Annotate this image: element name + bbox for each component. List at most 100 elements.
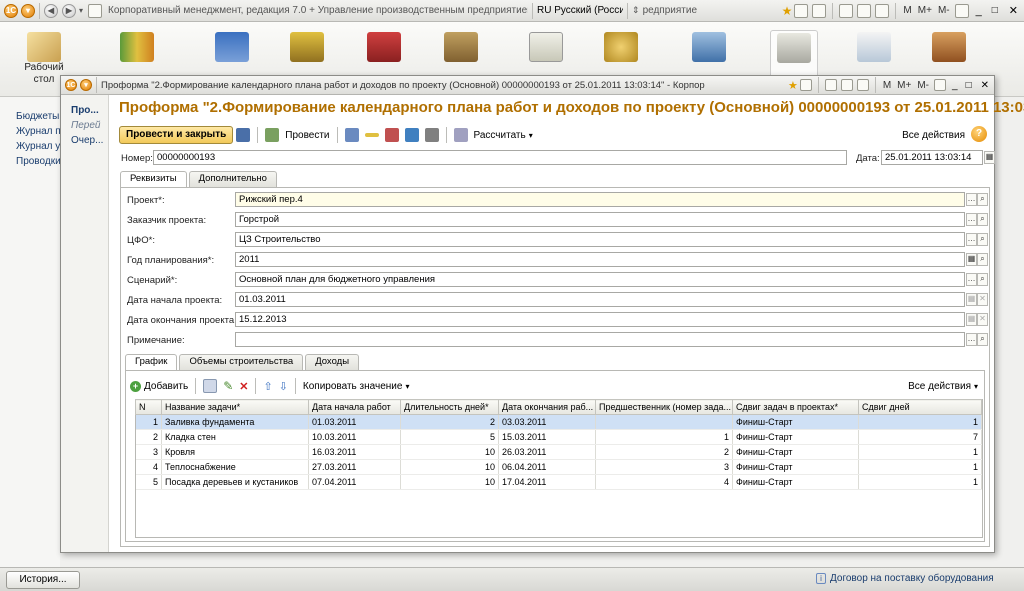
clipboard-icon[interactable]: [856, 79, 869, 91]
status-link[interactable]: Договор на поставку оборудования: [830, 573, 994, 584]
cell-end-date[interactable]: 03.03.2011: [498, 414, 596, 430]
history-button[interactable]: История...: [6, 571, 80, 589]
cell-duration[interactable]: 10: [400, 459, 499, 475]
table-row[interactable]: 1 Заливка фундамента 01.03.2011 2 03.03.…: [135, 414, 982, 430]
cell-start-date[interactable]: 16.03.2011: [308, 444, 401, 460]
cell-shift-type[interactable]: Финиш-Старт: [732, 414, 859, 430]
bookmark-icon[interactable]: [812, 3, 827, 18]
section-archive[interactable]: [925, 30, 973, 78]
calendar-icon[interactable]: ▦: [966, 253, 977, 266]
history-dropdown-icon[interactable]: ▾: [79, 6, 83, 15]
cell-start-date[interactable]: 10.03.2011: [308, 429, 401, 445]
tab-schedule[interactable]: График: [125, 354, 178, 371]
column-header[interactable]: Дата окончания раб...: [498, 399, 596, 415]
grid-all-actions-button[interactable]: Все действия: [908, 381, 971, 392]
calendar-icon[interactable]: [840, 79, 853, 91]
cell-predecessor[interactable]: [595, 414, 733, 430]
search-icon[interactable]: ⌕: [977, 273, 988, 286]
table-row[interactable]: 3 Кровля 16.03.2011 10 26.03.2011 2 Фини…: [135, 444, 982, 460]
post-button[interactable]: Провести: [285, 130, 329, 141]
search-icon[interactable]: ⌕: [977, 193, 988, 206]
cell-task-name[interactable]: Кладка стен: [161, 429, 309, 445]
window-nav-item[interactable]: Перей: [61, 118, 108, 133]
scenario-field[interactable]: Основной план для бюджетного управления: [235, 272, 965, 287]
close-icon[interactable]: ✕: [1009, 4, 1018, 17]
section-warehouse[interactable]: [283, 30, 331, 78]
cell-shift-type[interactable]: Финиш-Старт: [732, 429, 859, 445]
tab-construction-volumes[interactable]: Объемы строительства: [179, 354, 304, 370]
move-down-icon[interactable]: ⇩: [279, 380, 288, 393]
cell-duration[interactable]: 10: [400, 474, 499, 490]
nav-item[interactable]: Журнал пр: [0, 124, 60, 139]
cell-number[interactable]: 4: [135, 459, 162, 475]
calculate-button[interactable]: Рассчитать: [474, 130, 526, 141]
choose-icon[interactable]: …: [966, 233, 977, 246]
project-field[interactable]: Рижский пер.4: [235, 192, 965, 207]
planning-year-field[interactable]: 2011: [235, 252, 965, 267]
back-icon[interactable]: ◀: [44, 3, 58, 18]
copy-icon[interactable]: [203, 379, 218, 393]
info-icon[interactable]: [954, 3, 969, 18]
info-icon[interactable]: [934, 79, 946, 91]
window-logo-icon[interactable]: 1C: [65, 79, 77, 91]
memory-button[interactable]: M: [883, 80, 891, 91]
calendar-icon[interactable]: ▦: [966, 293, 977, 306]
search-icon[interactable]: ⌕: [977, 333, 988, 346]
help-icon[interactable]: ?: [971, 126, 987, 142]
column-header[interactable]: Предшественник (номер зада...: [595, 399, 733, 415]
cell-number[interactable]: 3: [135, 444, 162, 460]
nav-item[interactable]: Бюджеты: [0, 109, 60, 124]
favorites-star-icon[interactable]: ★: [788, 79, 798, 92]
move-up-icon[interactable]: ⇧: [263, 380, 272, 393]
cell-duration[interactable]: 5: [400, 429, 499, 445]
add-button[interactable]: Добавить: [144, 381, 188, 392]
maximize-icon[interactable]: □: [966, 80, 972, 91]
cell-task-name[interactable]: Кровля: [161, 444, 309, 460]
section-trucks[interactable]: [208, 30, 256, 78]
choose-icon[interactable]: …: [966, 273, 977, 286]
table-row[interactable]: 4 Теплоснабжение 27.03.2011 10 06.04.201…: [135, 459, 982, 475]
cell-shift-days[interactable]: 1: [858, 474, 982, 490]
nav-item[interactable]: Журнал уп: [0, 139, 60, 154]
cell-task-name[interactable]: Посадка деревьев и кустаников: [161, 474, 309, 490]
cell-number[interactable]: 2: [135, 429, 162, 445]
calendar-icon[interactable]: ▦: [966, 313, 977, 326]
link-icon[interactable]: [799, 79, 812, 91]
memory-minus-button[interactable]: M-: [917, 80, 929, 91]
nav-item[interactable]: Проводки: [0, 154, 60, 169]
navigate-icon[interactable]: [344, 128, 359, 142]
tab-requisites[interactable]: Реквизиты: [120, 171, 187, 188]
post-and-close-button[interactable]: Провести и закрыть: [119, 126, 234, 144]
minimize-icon[interactable]: _: [952, 80, 958, 91]
app-logo-icon[interactable]: 1C: [4, 3, 18, 18]
save-icon[interactable]: [236, 128, 251, 142]
cell-shift-type[interactable]: Финиш-Старт: [732, 444, 859, 460]
minus-icon[interactable]: [364, 133, 379, 137]
calculator-icon[interactable]: [824, 79, 837, 91]
end-date-field[interactable]: 15.12.2013: [235, 312, 965, 327]
memory-plus-button[interactable]: M+: [897, 80, 911, 91]
all-actions-button[interactable]: Все действия: [902, 130, 965, 141]
cell-start-date[interactable]: 27.03.2011: [308, 459, 401, 475]
window-menu-icon[interactable]: ▾: [80, 79, 92, 91]
choose-icon[interactable]: …: [966, 213, 977, 226]
search-icon[interactable]: ⌕: [977, 233, 988, 246]
table-row[interactable]: 5 Посадка деревьев и кустаников 07.04.20…: [135, 474, 982, 490]
search-icon[interactable]: ⌕: [977, 253, 988, 266]
structure-icon[interactable]: [404, 128, 419, 142]
cell-shift-type[interactable]: Финиш-Старт: [732, 459, 859, 475]
search-icon[interactable]: ⌕: [977, 213, 988, 226]
section-finance[interactable]: [597, 30, 645, 78]
cell-duration[interactable]: 10: [400, 444, 499, 460]
section-budget[interactable]: [770, 30, 818, 78]
cell-shift-days[interactable]: 1: [858, 444, 982, 460]
column-header[interactable]: Сдвиг задач в проектах*: [732, 399, 859, 415]
strikethrough-icon[interactable]: [384, 128, 399, 142]
section-charts[interactable]: [850, 30, 898, 78]
start-date-field[interactable]: 01.03.2011: [235, 292, 965, 307]
date-field[interactable]: 25.01.2011 13:03:14: [881, 150, 983, 165]
print-icon[interactable]: [424, 128, 439, 142]
choose-icon[interactable]: …: [966, 193, 977, 206]
section-folders[interactable]: [113, 30, 161, 78]
column-header[interactable]: Дата начала работ: [308, 399, 401, 415]
